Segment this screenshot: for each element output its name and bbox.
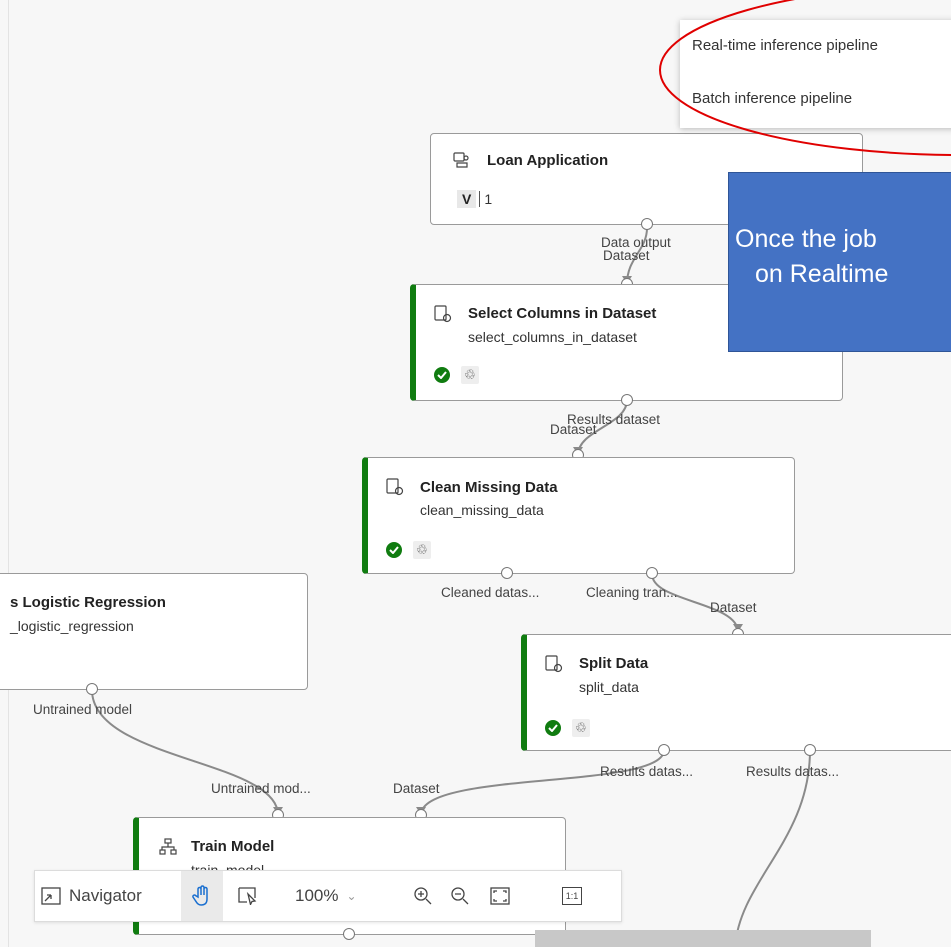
zoom-out-icon [451,887,469,905]
node-title: s Logistic Regression [10,594,166,611]
hand-icon [192,885,208,906]
callout-line-2: on Realtime [755,260,889,288]
navigator-icon [41,887,61,905]
port-label: Cleaning tran... [586,585,678,600]
pipeline-canvas[interactable]: Loan Application V 1 Data output Dataset… [0,0,951,947]
train-model-icon [159,838,177,855]
node-name: select_columns_in_dataset [468,329,637,345]
success-icon [386,542,402,558]
create-inference-menu: Real-time inference pipeline Batch infer… [680,20,951,128]
canvas-toolbar: Navigator 100% ⌄ 1:1 [34,870,622,922]
annotation-callout: Once the job on Realtime [728,172,951,352]
node-title: Split Data [579,655,649,672]
version-badge: V 1 [457,190,492,208]
navigator-button[interactable]: Navigator [41,871,181,921]
actual-size-button[interactable]: 1:1 [557,871,587,921]
port-label: Dataset [603,248,650,263]
wire-split-out2 [734,749,811,947]
node-name: _logistic_regression [10,618,134,634]
port-clean-out1[interactable] [501,567,513,579]
port-label: Results datas... [746,764,840,779]
menu-item-realtime-inference[interactable]: Real-time inference pipeline [692,37,878,54]
port-split-out1[interactable] [658,744,670,756]
version-label: V [457,190,477,208]
node-logistic-regression[interactable]: s Logistic Regression _logistic_regressi… [0,573,308,690]
callout-line-1: Once the job [735,225,877,253]
node-split-data[interactable]: Split Data split_data ♲ [521,634,951,751]
pan-tool-button[interactable] [181,871,223,921]
port-logistic-out[interactable] [86,683,98,695]
version-number: 1 [479,191,492,207]
port-label: Dataset [393,781,440,796]
select-cursor-icon [238,887,257,905]
navigator-label: Navigator [69,886,142,905]
port-label: Dataset [710,600,757,615]
port-label: Untrained model [33,702,133,717]
port-split-out2[interactable] [804,744,816,756]
zoom-value: 100% [295,886,339,905]
port-label: Untrained mod... [211,781,311,796]
zoom-out-button[interactable] [444,871,476,921]
node-title: Loan Application [487,152,609,169]
port-clean-out2[interactable] [646,567,658,579]
module-icon [434,305,452,323]
dataset-icon [453,152,469,168]
reuse-icon: ♲ [461,366,479,384]
module-icon [386,478,404,496]
wire-split-train [420,749,665,816]
node-title: Train Model [191,838,275,855]
port-train-out[interactable] [343,928,355,940]
fit-to-screen-button[interactable] [482,871,518,921]
node-name: clean_missing_data [420,502,544,518]
node-title: Clean Missing Data [420,479,558,496]
success-icon [545,720,561,736]
module-icon [545,655,563,673]
node-clean-missing-data[interactable]: Clean Missing Data clean_missing_data ♲ [362,457,795,574]
reuse-icon: ♲ [572,719,590,737]
success-icon [434,367,450,383]
chevron-down-icon: ⌄ [346,889,357,903]
menu-item-batch-inference[interactable]: Batch inference pipeline [692,90,852,107]
port-loan-out[interactable] [641,218,653,230]
port-label: Cleaned datas... [441,585,540,600]
zoom-in-icon [414,887,432,905]
node-title: Select Columns in Dataset [468,305,657,322]
node-name: split_data [579,679,639,695]
actual-size-icon: 1:1 [561,887,583,905]
reuse-icon: ♲ [413,541,431,559]
port-label: Dataset [550,422,597,437]
overlay-panel [535,930,871,947]
select-tool-button[interactable] [227,871,269,921]
port-label: Results datas... [600,764,694,779]
zoom-in-button[interactable] [407,871,439,921]
zoom-select[interactable]: 100% ⌄ [295,871,385,921]
fit-screen-icon [490,887,510,905]
port-select-out[interactable] [621,394,633,406]
